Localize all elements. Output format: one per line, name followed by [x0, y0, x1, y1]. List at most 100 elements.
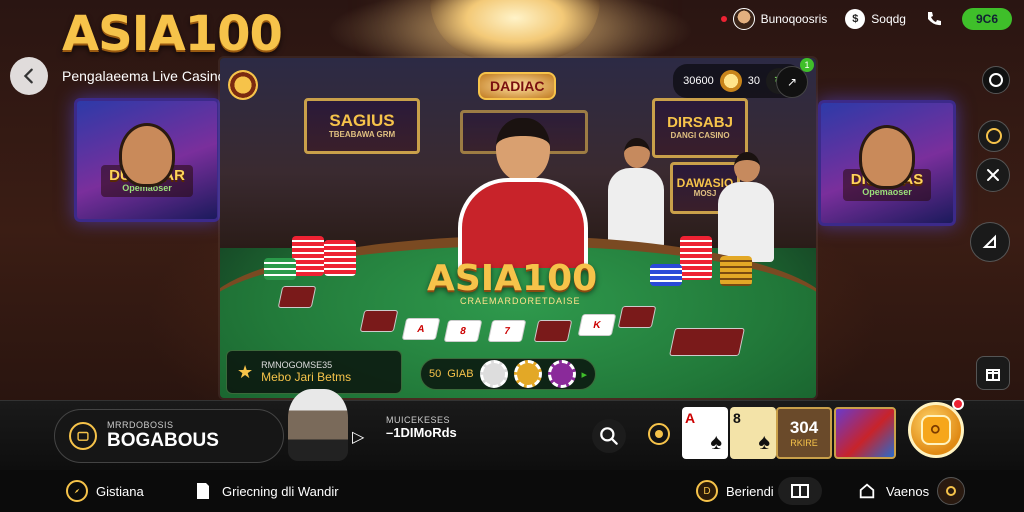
brand-logo: ASIA100 [62, 6, 283, 62]
nav-label: Griecning dli Wandir [222, 483, 339, 499]
live-stream-stage[interactable]: SAGIUS TBEABAWA GRM DIRSABJ DANGI CASINO… [220, 58, 816, 398]
chip-stack [720, 256, 752, 286]
wallet-icon: $ [845, 9, 866, 29]
chip-stack [324, 240, 356, 276]
spade-icon: ♠ [758, 429, 770, 454]
background-dealer-left [606, 138, 666, 248]
rounds-section[interactable]: MUICEKESES –1DIMoRds [386, 415, 457, 440]
card-rank: 8 [733, 410, 741, 426]
phone-icon [927, 12, 941, 26]
search-list-icon [921, 415, 951, 445]
chip-stack [292, 236, 324, 276]
nav-item-beriendi[interactable]: D Beriendi [696, 476, 774, 506]
user-name: Bunoqoosris [760, 12, 828, 26]
coin-icon [719, 70, 742, 92]
coin-button[interactable] [978, 120, 1010, 152]
gift-icon [986, 369, 1000, 381]
token-icon [937, 477, 966, 505]
bonus-small-label: MRRDOBOSIS [107, 420, 174, 430]
table-logo: ASIA100 [427, 258, 598, 299]
table-card: 7 [487, 320, 527, 342]
fullscreen-button[interactable] [970, 222, 1010, 262]
search-icon [600, 427, 618, 445]
count-tile[interactable]: 304 RKIRE [776, 407, 832, 459]
badge-icon [989, 73, 1003, 87]
info-title: Mebo Jari Betms [261, 370, 352, 384]
balance-value: 30600 [683, 75, 714, 87]
playing-card-ace-spades[interactable]: A ♠ [682, 407, 728, 459]
fab-notification-dot [952, 398, 964, 410]
background-dealer-right [716, 152, 776, 262]
phone-button[interactable] [924, 9, 944, 29]
chip-gold-icon[interactable] [513, 360, 542, 388]
menu-fab-button[interactable] [908, 402, 964, 458]
chip-purple-icon[interactable] [547, 360, 576, 388]
table-card [277, 286, 317, 308]
bonus-title: BOGABOUS [107, 430, 219, 451]
chip-stack [650, 264, 682, 286]
poster-host-face [859, 125, 915, 189]
chip-white-icon[interactable] [479, 360, 508, 388]
play-button[interactable]: ▷ [352, 427, 364, 447]
chip-stack [264, 258, 296, 280]
gift-button[interactable] [976, 356, 1010, 390]
wall-sign-left: SAGIUS TBEABAWA GRM [304, 98, 420, 154]
nav-label: Vaenos [886, 483, 930, 499]
search-button[interactable] [592, 419, 626, 453]
badge-button[interactable] [982, 66, 1010, 94]
notification-icon: ↗ [786, 75, 798, 89]
notification-badge: 1 [800, 58, 814, 72]
nav-item-gistiana[interactable]: Gistiana [66, 476, 144, 506]
left-promo-poster[interactable]: DUSGUAR Opemaoser [74, 98, 220, 222]
back-button[interactable] [10, 57, 48, 95]
table-card: K [577, 314, 617, 336]
bottom-panel: MRRDOBOSIS BOGABOUS ▷ MUICEKESES –1DIMoR… [0, 389, 1024, 470]
poster-host-face [119, 123, 175, 187]
right-promo-poster[interactable]: DIUSGIAS Opemaoser [818, 100, 956, 226]
coin-outline-icon [986, 128, 1002, 144]
players-thumbnail[interactable] [834, 407, 896, 459]
playing-card-eight-spades[interactable]: 8 ♠ [730, 407, 776, 459]
table-card [359, 310, 399, 332]
house-icon [856, 480, 878, 502]
card-rank: A [685, 410, 696, 426]
right-poster-sub: Opemaoser [862, 187, 912, 198]
main-dealer [448, 118, 598, 268]
avatar [732, 8, 755, 30]
wallet-button[interactable]: $ Soqdg [845, 9, 906, 29]
token-button[interactable] [648, 423, 670, 445]
coin-icon: D [696, 480, 718, 502]
nav-item-griecning[interactable]: Griecning dli Wandir [192, 476, 339, 506]
nav-item-layout[interactable] [778, 476, 822, 506]
chevron-left-icon [23, 68, 33, 84]
bonus-section[interactable]: MRRDOBOSIS BOGABOUS [54, 409, 284, 463]
count-label: RKIRE [790, 438, 818, 448]
nav-item-vaenos[interactable]: Vaenos [856, 476, 966, 506]
table-card [617, 306, 657, 328]
compass-icon [66, 480, 88, 502]
document-icon [192, 480, 214, 502]
info-small-label: RMNOGOMSE35 [261, 360, 333, 370]
online-dot [720, 16, 727, 22]
action-pill-button[interactable]: 9C6 [961, 8, 1012, 30]
rounds-value: –1DIMoRds [386, 425, 457, 440]
nav-label: Beriendi [726, 483, 774, 499]
user-profile[interactable]: Bunoqoosris [720, 8, 828, 30]
token-icon [655, 430, 663, 438]
table-card: A [401, 318, 441, 340]
bet-label: GIAB [447, 368, 474, 380]
chevron-right-icon[interactable]: ▸ [582, 368, 588, 381]
table-card [533, 320, 573, 342]
balance-unit: 30 [747, 75, 760, 87]
wallet-label: Soqdg [871, 12, 906, 26]
table-info-card[interactable]: ★ RMNOGOMSE35 Mebo Jari Betms [226, 350, 402, 394]
nav-label: Gistiana [96, 483, 144, 499]
table-card [669, 328, 745, 356]
table-logo-sub: CRAEMARDORETDAISE [460, 296, 581, 306]
rounds-small-label: MUICEKESES [386, 415, 451, 425]
table-emblem-icon [228, 70, 258, 100]
bet-selector[interactable]: 50 GIAB ▸ [420, 358, 597, 390]
close-button[interactable] [976, 158, 1010, 192]
top-right-toolbar: Bunoqoosris $ Soqdg 9C6 [720, 8, 1012, 30]
camera-icon [69, 422, 97, 450]
